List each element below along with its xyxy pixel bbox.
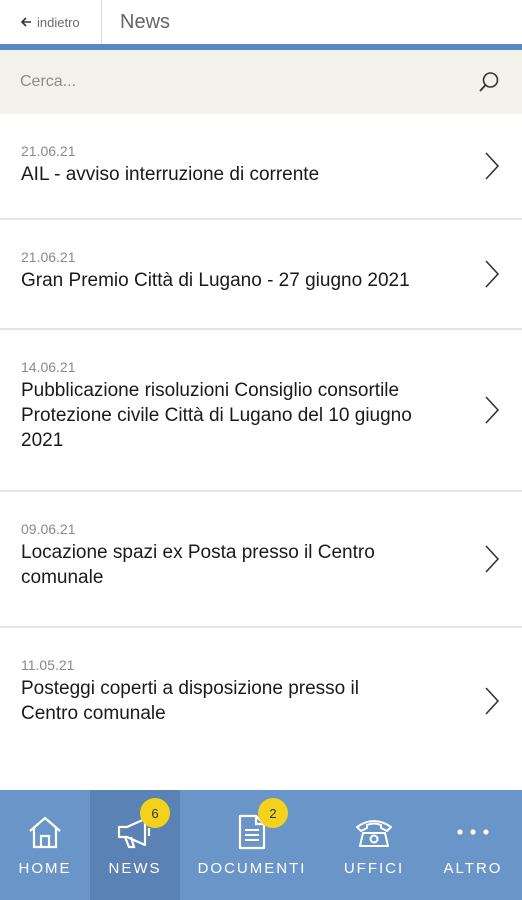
tab-home[interactable]: HOME	[0, 790, 90, 900]
more-icon	[451, 812, 495, 852]
tab-news[interactable]: 6 NEWS	[90, 790, 180, 900]
tab-documenti[interactable]: 2 DOCUMENTI	[180, 790, 324, 900]
page-title: News	[120, 10, 171, 33]
tab-label: HOME	[18, 860, 72, 877]
chevron-right-icon	[485, 260, 500, 288]
tab-label: UFFICI	[343, 860, 405, 877]
search-icon[interactable]	[476, 69, 502, 95]
bottom-tab-bar: HOME 6 NEWS 2 DOCUMENTI UFFICI ALTRO	[0, 790, 522, 900]
search-input[interactable]	[20, 73, 476, 91]
news-item[interactable]: 11.05.21 Posteggi coperti a disposizione…	[0, 628, 522, 774]
chevron-right-icon	[485, 545, 500, 573]
chevron-right-icon	[485, 396, 500, 424]
tab-altro[interactable]: ALTRO	[424, 790, 522, 900]
arrow-left-icon	[20, 17, 31, 27]
news-title: Pubblicazione risoluzioni Consiglio cons…	[21, 380, 412, 451]
app-header: indietro News	[0, 0, 522, 44]
news-date: 14.06.21	[21, 359, 76, 375]
news-title: Posteggi coperti a disposizione presso i…	[21, 678, 359, 724]
news-date: 21.06.21	[21, 249, 76, 265]
news-date: 11.05.21	[21, 657, 75, 673]
chevron-right-icon	[485, 152, 500, 180]
notification-badge: 2	[258, 798, 288, 828]
news-title: Locazione spazi ex Posta presso il Centr…	[21, 542, 375, 588]
news-title: Gran Premio Città di Lugano - 27 giugno …	[21, 270, 410, 291]
search-bar	[0, 50, 522, 114]
chevron-right-icon	[485, 687, 500, 715]
back-button[interactable]: indietro	[0, 0, 102, 44]
home-icon	[23, 812, 67, 852]
tab-label: DOCUMENTI	[197, 860, 307, 877]
news-item[interactable]: 14.06.21 Pubblicazione risoluzioni Consi…	[0, 330, 522, 492]
news-title: AIL - avviso interruzione di corrente	[21, 164, 320, 185]
tab-label: NEWS	[108, 860, 162, 877]
tab-uffici[interactable]: UFFICI	[324, 790, 424, 900]
news-item[interactable]: 21.06.21 Gran Premio Città di Lugano - 2…	[0, 220, 522, 330]
tab-label: ALTRO	[443, 860, 503, 877]
news-list: 21.06.21 AIL - avviso interruzione di co…	[0, 114, 522, 774]
news-item[interactable]: 21.06.21 AIL - avviso interruzione di co…	[0, 114, 522, 220]
news-item[interactable]: 09.06.21 Locazione spazi ex Posta presso…	[0, 492, 522, 628]
notification-badge: 6	[140, 798, 170, 828]
phone-icon	[352, 812, 396, 852]
back-label: indietro	[37, 14, 80, 30]
news-date: 21.06.21	[21, 143, 76, 159]
news-date: 09.06.21	[21, 521, 76, 537]
